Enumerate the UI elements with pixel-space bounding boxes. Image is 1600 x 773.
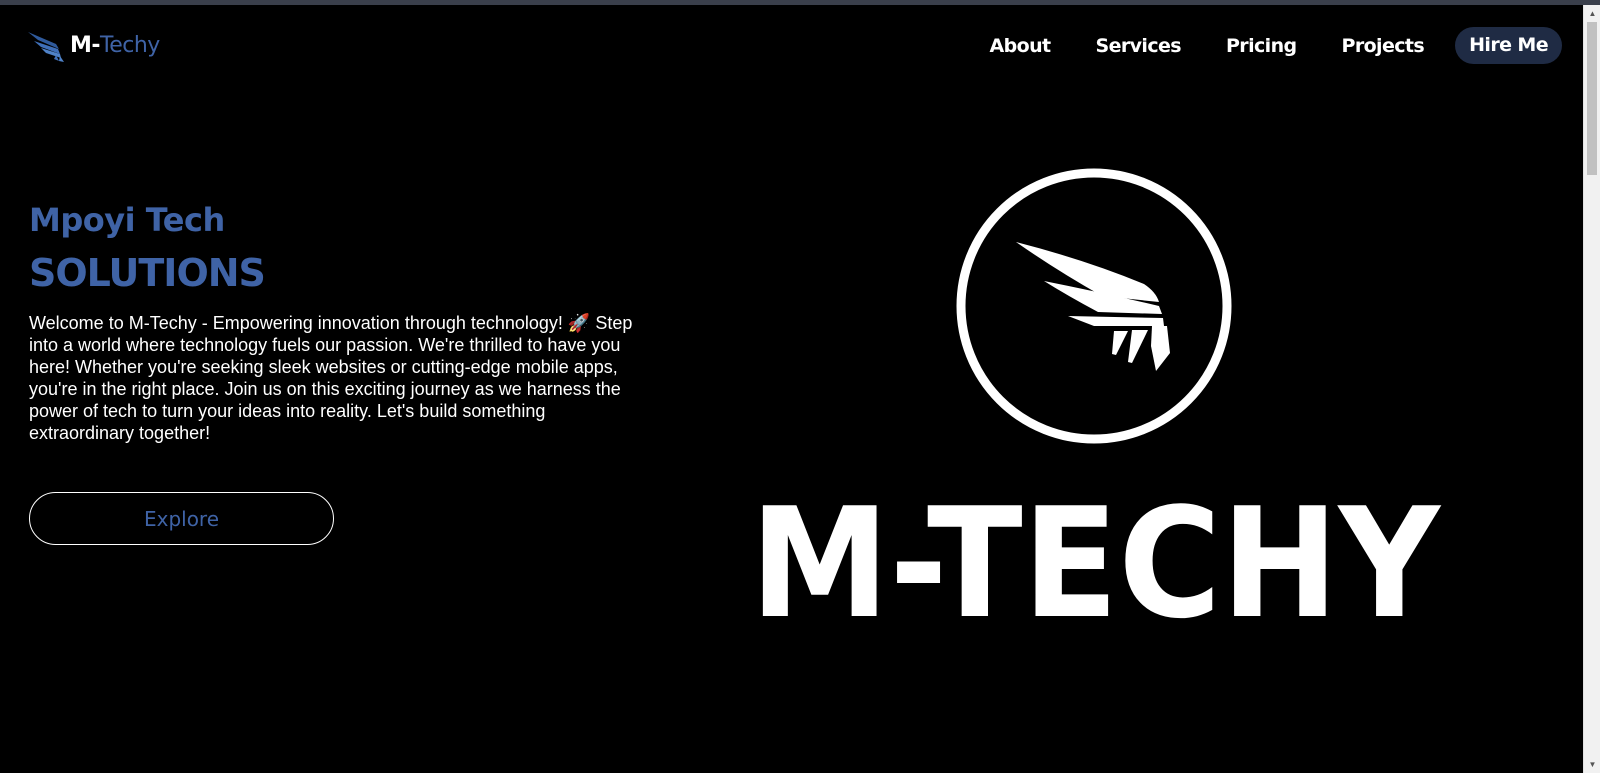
hire-me-button[interactable]: Hire Me <box>1455 27 1562 64</box>
nav-link-pricing[interactable]: Pricing <box>1226 35 1297 57</box>
brand-name-suffix: Techy <box>100 32 160 58</box>
scroll-up-arrow-icon[interactable]: ▲ <box>1584 5 1600 22</box>
explore-button[interactable]: Explore <box>29 492 334 545</box>
scroll-down-arrow-icon[interactable]: ▼ <box>1584 756 1600 773</box>
nav-link-projects[interactable]: Projects <box>1342 35 1425 57</box>
brand-name-prefix: M- <box>70 32 101 58</box>
hero-subtitle: Mpoyi Tech <box>29 201 225 239</box>
nav-link-about[interactable]: About <box>990 35 1052 57</box>
page-scrollbar[interactable]: ▲ ▼ <box>1583 5 1600 773</box>
hero-title: SOLUTIONS <box>29 251 266 295</box>
wing-icon <box>28 32 64 62</box>
hero-paragraph: Welcome to M-Techy - Empowering innovati… <box>29 313 633 443</box>
main-nav: About Services Pricing Projects Hire Me <box>945 27 1562 64</box>
hero-wordmark: M-TECHY <box>750 478 1442 628</box>
scrollbar-thumb[interactable] <box>1587 22 1597 175</box>
window-top-strip <box>0 0 1600 5</box>
hero-wordmark-text: M-TECHY <box>750 478 1442 628</box>
hero-text-section: Mpoyi Tech SOLUTIONS Welcome to M-Techy … <box>29 201 649 545</box>
brand-logo-link[interactable]: M-Techy <box>26 26 160 64</box>
wing-emblem-icon <box>956 168 1232 444</box>
nav-link-services[interactable]: Services <box>1095 35 1181 57</box>
brand-name: M-Techy <box>70 33 160 58</box>
